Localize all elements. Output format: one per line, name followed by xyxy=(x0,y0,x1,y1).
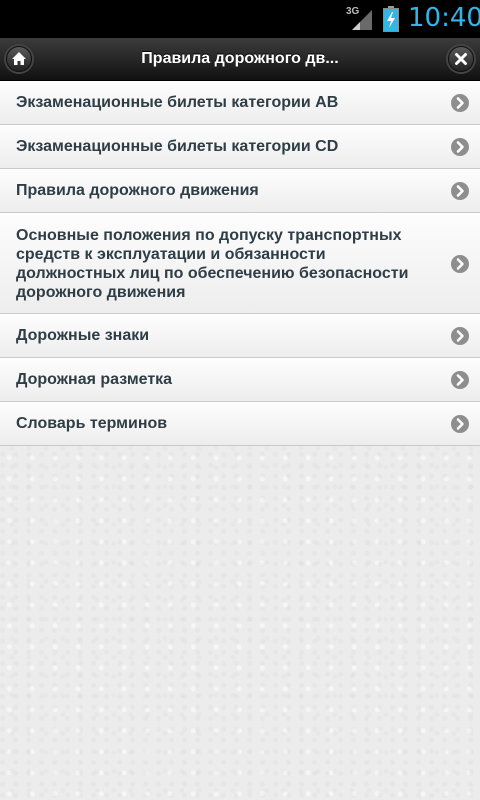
menu-item-label: Экзаменационные билеты категории CD xyxy=(16,138,339,155)
chevron-right-icon xyxy=(451,327,469,345)
page-title: Правила дорожного дв... xyxy=(141,50,339,67)
home-icon xyxy=(12,52,26,65)
close-button[interactable] xyxy=(448,46,474,72)
menu-item-basic-provisions[interactable]: Основные положения по допуску транспортн… xyxy=(0,213,480,314)
menu-item-traffic-rules[interactable]: Правила дорожного движения xyxy=(0,169,480,213)
menu-item-tickets-cd[interactable]: Экзаменационные билеты категории CD xyxy=(0,125,480,169)
battery-charging-icon xyxy=(383,6,399,32)
home-button[interactable] xyxy=(6,46,32,72)
menu-item-label: Правила дорожного движения xyxy=(16,182,259,199)
clock: 10:40 xyxy=(408,3,480,33)
menu-item-label: Основные положения по допуску транспортн… xyxy=(16,226,409,301)
menu-item-label: Дорожные знаки xyxy=(16,327,150,344)
menu-item-label: Дорожная разметка xyxy=(16,371,173,388)
menu-item-road-markings[interactable]: Дорожная разметка xyxy=(0,358,480,402)
chevron-right-icon xyxy=(451,415,469,433)
status-bar: 3G 10:40 xyxy=(0,0,480,38)
menu-item-tickets-ab[interactable]: Экзаменационные билеты категории AB xyxy=(0,81,480,125)
chevron-right-icon xyxy=(451,371,469,389)
menu-item-road-signs[interactable]: Дорожные знаки xyxy=(0,314,480,358)
header-bar: Правила дорожного дв... xyxy=(0,38,480,81)
menu-list: Экзаменационные билеты категории AB Экза… xyxy=(0,81,480,446)
menu-item-glossary[interactable]: Словарь терминов xyxy=(0,402,480,446)
menu-item-label: Словарь терминов xyxy=(16,415,168,432)
chevron-right-icon xyxy=(451,182,469,200)
menu-item-label: Экзаменационные билеты категории AB xyxy=(16,94,339,111)
chevron-right-icon xyxy=(451,94,469,112)
close-icon xyxy=(455,53,467,65)
chevron-right-icon xyxy=(451,138,469,156)
chevron-right-icon xyxy=(451,254,469,273)
signal-icon xyxy=(352,10,372,30)
